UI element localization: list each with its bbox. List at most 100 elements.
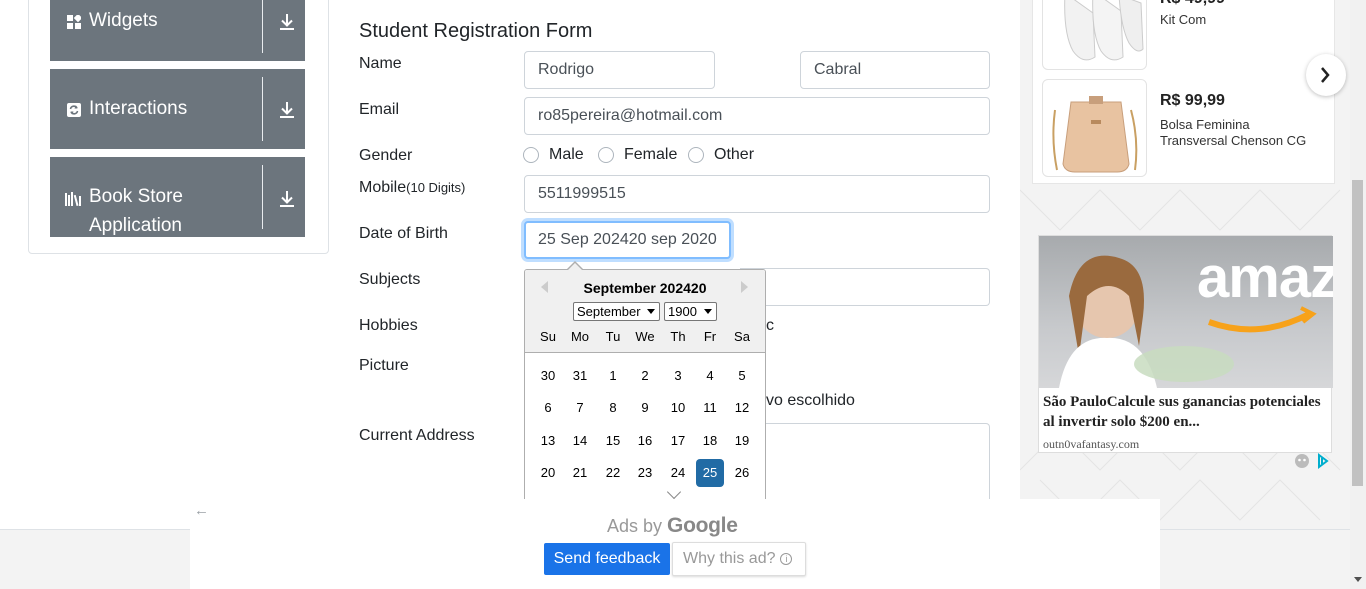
radio-circle[interactable] xyxy=(688,147,704,163)
ads-by-text: Ads by xyxy=(607,516,663,536)
bag-image xyxy=(1052,96,1138,173)
datepicker-current-month: September 202420 xyxy=(583,280,707,296)
calendar-day[interactable]: 17 xyxy=(664,427,692,455)
interactions-icon xyxy=(67,103,81,117)
picture-label: Picture xyxy=(359,357,409,374)
product-name[interactable]: Kit Com xyxy=(1160,12,1320,28)
download-icon[interactable] xyxy=(276,11,298,33)
calendar-day[interactable]: 22 xyxy=(599,459,627,487)
hobby-music-label-partial[interactable]: c xyxy=(766,317,774,335)
calendar-day[interactable]: 9 xyxy=(631,394,659,422)
form-title: Student Registration Form xyxy=(359,20,593,42)
ad-url[interactable]: outn0vafantasy.com xyxy=(1043,437,1139,452)
radio-circle[interactable] xyxy=(598,147,614,163)
calendar-day[interactable]: 13 xyxy=(534,427,562,455)
calendar-day[interactable]: 15 xyxy=(599,427,627,455)
calendar-day[interactable]: 2 xyxy=(631,362,659,390)
scroll-down-arrow-icon[interactable] xyxy=(1353,576,1363,584)
last-name-input[interactable]: Cabral xyxy=(800,51,990,89)
ad-headline[interactable]: São PauloCalcule sus ganancias potencial… xyxy=(1043,392,1329,432)
calendar-day[interactable]: 11 xyxy=(696,394,724,422)
send-feedback-button[interactable]: Send feedback xyxy=(544,543,670,575)
dob-label: Date of Birth xyxy=(359,225,448,242)
sidebar-group-widgets[interactable]: Widgets xyxy=(50,0,305,61)
download-icon[interactable] xyxy=(276,99,298,121)
calendar-day[interactable]: 23 xyxy=(631,459,659,487)
calendar-day[interactable]: 26 xyxy=(728,459,756,487)
datepicker-pointer-fill xyxy=(567,263,583,271)
mobile-label: Mobile(10 Digits) xyxy=(359,179,465,197)
gender-radio-male[interactable]: Male xyxy=(523,146,584,164)
calendar-day[interactable]: 3 xyxy=(664,362,692,390)
adchoices-icon[interactable] xyxy=(1294,453,1334,469)
product-image-bag[interactable] xyxy=(1042,79,1147,177)
calendar-day[interactable]: 12 xyxy=(728,394,756,422)
chevron-down-icon[interactable] xyxy=(666,484,682,500)
download-icon[interactable] xyxy=(276,188,298,210)
calendar-day[interactable]: 24 xyxy=(664,459,692,487)
amazon-logo-text: amazon xyxy=(1197,245,1333,310)
book-store-icon xyxy=(65,192,81,206)
calendar-day[interactable]: 10 xyxy=(664,394,692,422)
scrollbar-thumb[interactable] xyxy=(1352,180,1363,486)
calendar-day[interactable]: 21 xyxy=(566,459,594,487)
calendar-day[interactable]: 30 xyxy=(534,362,562,390)
mobile-label-text: Mobile xyxy=(359,179,407,196)
calendar-day[interactable]: 8 xyxy=(599,394,627,422)
email-label: Email xyxy=(359,101,400,118)
calendar-day[interactable]: 14 xyxy=(566,427,594,455)
sidebar-group-interactions[interactable]: Interactions xyxy=(50,69,305,149)
hobbies-label: Hobbies xyxy=(359,317,418,334)
calendar-day[interactable]: 16 xyxy=(631,427,659,455)
chevron-down-icon xyxy=(704,309,712,314)
amazon-ad[interactable]: amazon São PauloCalcule sus ganancias po… xyxy=(1038,235,1333,453)
day-name: Th xyxy=(670,329,686,344)
email-input[interactable]: ro85pereira@hotmail.com xyxy=(524,97,990,135)
chevron-right-icon xyxy=(1321,67,1330,83)
sidebar-group-book-store[interactable]: Book Store Application xyxy=(50,157,305,237)
mobile-input[interactable]: 5511999515 xyxy=(524,175,990,213)
calendar-day[interactable]: 31 xyxy=(566,362,594,390)
sidebar-group-label: Interactions xyxy=(89,98,188,119)
radio-label: Other xyxy=(714,146,755,163)
calendar-day[interactable]: 18 xyxy=(696,427,724,455)
subjects-input[interactable] xyxy=(740,268,990,306)
radio-label: Male xyxy=(549,146,584,163)
carousel-next-button[interactable] xyxy=(1306,54,1346,96)
divider xyxy=(262,77,263,141)
next-month-icon[interactable] xyxy=(741,281,748,293)
product-image-socks[interactable] xyxy=(1042,0,1147,70)
picture-file-status: vo escolhido xyxy=(766,392,855,409)
mobile-hint: (10 Digits) xyxy=(406,180,466,195)
widgets-icon xyxy=(67,15,81,29)
datepicker-popup: September 202420 September 1900 Su Mo Tu We… xyxy=(524,269,766,509)
calendar-day[interactable]: 4 xyxy=(696,362,724,390)
year-select[interactable]: 1900 xyxy=(664,302,717,321)
gender-label: Gender xyxy=(359,147,413,164)
day-name: Tu xyxy=(605,329,621,344)
chevron-down-icon xyxy=(647,309,655,314)
calendar-day[interactable]: 7 xyxy=(566,394,594,422)
divider xyxy=(262,165,263,229)
calendar-day[interactable]: 25 xyxy=(696,459,724,487)
calendar-day[interactable]: 19 xyxy=(728,427,756,455)
gender-radio-female[interactable]: Female xyxy=(598,146,677,164)
why-this-ad-label: Why this ad? xyxy=(683,550,776,567)
back-arrow-icon[interactable]: ← xyxy=(194,502,209,519)
radio-circle[interactable] xyxy=(523,147,539,163)
dob-input[interactable]: 25 Sep 202420 sep 2020 xyxy=(524,221,731,259)
calendar-day[interactable]: 20 xyxy=(534,459,562,487)
gender-radio-other[interactable]: Other xyxy=(688,146,754,164)
product-name[interactable]: Bolsa Feminina Transversal Chenson CG xyxy=(1160,117,1320,149)
calendar-day[interactable]: 5 xyxy=(728,362,756,390)
first-name-input[interactable]: Rodrigo xyxy=(524,51,715,89)
name-label: Name xyxy=(359,55,402,72)
google-text: Google xyxy=(667,514,738,537)
divider xyxy=(262,0,263,53)
why-this-ad-button[interactable]: Why this ad? i xyxy=(672,542,806,576)
month-select[interactable]: September xyxy=(573,302,660,321)
sidebar-group-label: Book Store xyxy=(89,186,183,207)
sidebar-group-label-line2: Application xyxy=(89,215,182,236)
calendar-day[interactable]: 1 xyxy=(599,362,627,390)
calendar-day[interactable]: 6 xyxy=(534,394,562,422)
